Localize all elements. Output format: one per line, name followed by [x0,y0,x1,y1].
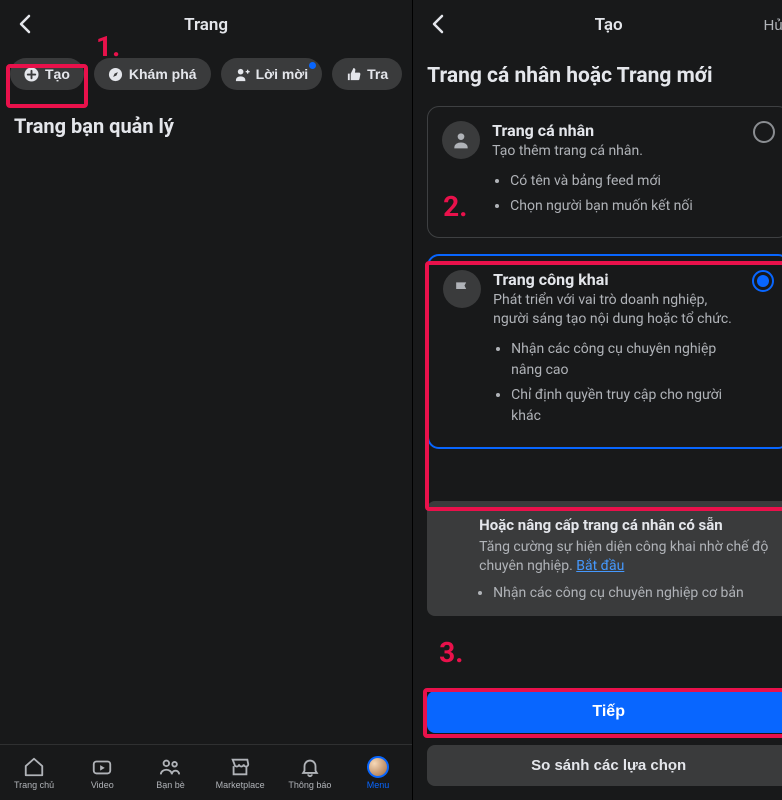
video-icon [91,756,113,778]
next-button[interactable]: Tiếp [427,691,782,733]
bullet: Nhận các công cụ chuyên nghiệp nâng cao [511,339,740,381]
chevron-left-icon [18,14,32,34]
option-bullets: Có tên và bảng feed mới Chọn người bạn m… [510,171,741,217]
bullet: Nhận các công cụ chuyên nghiệp cơ bản [493,583,774,604]
nav-menu[interactable]: Menu [351,754,405,792]
nav-video[interactable]: Video [75,754,129,792]
nav-label: Marketplace [216,780,265,790]
option-text: Trang công khai Phát triển với vai trò d… [493,270,740,431]
chip-create[interactable]: Tạo [10,58,84,90]
flag-icon [443,270,481,308]
menu-avatar-icon [367,756,389,778]
screen-pages: Trang Tạo Khám phá Lời mời Tra [0,0,413,800]
header: Trang [0,0,412,50]
upgrade-bullets: Nhận các công cụ chuyên nghiệp cơ bản [493,583,774,604]
upgrade-subtitle: Tăng cường sự hiện diện công khai nhờ ch… [479,538,774,577]
bullet: Chọn người bạn muốn kết nối [510,196,741,217]
nav-notifications[interactable]: Thông báo [283,754,337,792]
upgrade-start-link[interactable]: Bắt đầu [576,558,624,574]
bottom-nav: Trang chủ Video Bạn bè Marketplace Thông… [0,744,412,800]
compare-button[interactable]: So sánh các lựa chọn [427,745,782,786]
compass-icon [108,67,123,82]
cancel-button[interactable]: Hủy [763,17,782,34]
chips-row: Tạo Khám phá Lời mời Tra [0,50,412,102]
heading: Trang cá nhân hoặc Trang mới [427,64,782,88]
chip-invites[interactable]: Lời mời [221,58,323,90]
bell-icon [299,756,321,778]
section-title: Trang bạn quản lý [0,102,412,138]
chip-explore[interactable]: Khám phá [94,58,211,90]
option-profile[interactable]: Trang cá nhân Tạo thêm trang cá nhân. Có… [427,106,782,238]
nav-home[interactable]: Trang chủ [7,754,61,792]
back-button[interactable] [427,10,449,41]
chip-label: Tra [367,66,388,82]
option-subtitle: Phát triển với vai trò doanh nghiệp, ngư… [493,291,740,329]
page-title: Tạo [413,15,782,35]
option-public-page[interactable]: Trang công khai Phát triển với vai trò d… [427,254,782,449]
bullet: Chỉ định quyền truy cập cho người khác [511,385,740,427]
friend-request-icon [235,67,250,82]
header: Tạo Hủy [413,0,782,50]
radio-unchecked[interactable] [753,121,775,143]
person-icon [442,121,480,159]
friends-icon [159,756,181,778]
notification-dot-icon [309,62,316,69]
nav-label: Thông báo [288,780,331,790]
chip-label: Tạo [45,66,70,82]
page-title: Trang [0,15,412,35]
radio-checked[interactable] [752,270,774,292]
option-title: Trang công khai [493,270,740,289]
content: Trang cá nhân hoặc Trang mới Trang cá nh… [413,50,782,800]
chip-label: Khám phá [129,66,197,82]
nav-label: Trang chủ [14,780,54,790]
option-subtitle: Tạo thêm trang cá nhân. [492,142,741,161]
chip-liked[interactable]: Tra [332,58,402,90]
nav-marketplace[interactable]: Marketplace [212,754,269,792]
nav-label: Video [91,780,114,790]
option-title: Trang cá nhân [492,121,741,140]
plus-icon [24,67,39,82]
like-icon [346,67,361,82]
back-button[interactable] [14,10,36,41]
chip-label: Lời mời [256,66,309,82]
home-icon [23,756,45,778]
upgrade-card: Hoặc nâng cấp trang cá nhân có sẵn Tăng … [427,501,782,616]
nav-label: Menu [367,780,390,790]
nav-label: Bạn bè [156,780,185,790]
marketplace-icon [229,756,251,778]
bottom-buttons: Tiếp So sánh các lựa chọn [427,691,782,786]
option-text: Trang cá nhân Tạo thêm trang cá nhân. Có… [492,121,741,221]
option-bullets: Nhận các công cụ chuyên nghiệp nâng cao … [511,339,740,427]
upgrade-title: Hoặc nâng cấp trang cá nhân có sẵn [479,515,774,536]
nav-friends[interactable]: Bạn bè [143,754,197,792]
screen-create: Tạo Hủy Trang cá nhân hoặc Trang mới Tra… [413,0,782,800]
bullet: Có tên và bảng feed mới [510,171,741,192]
chevron-left-icon [431,14,445,34]
